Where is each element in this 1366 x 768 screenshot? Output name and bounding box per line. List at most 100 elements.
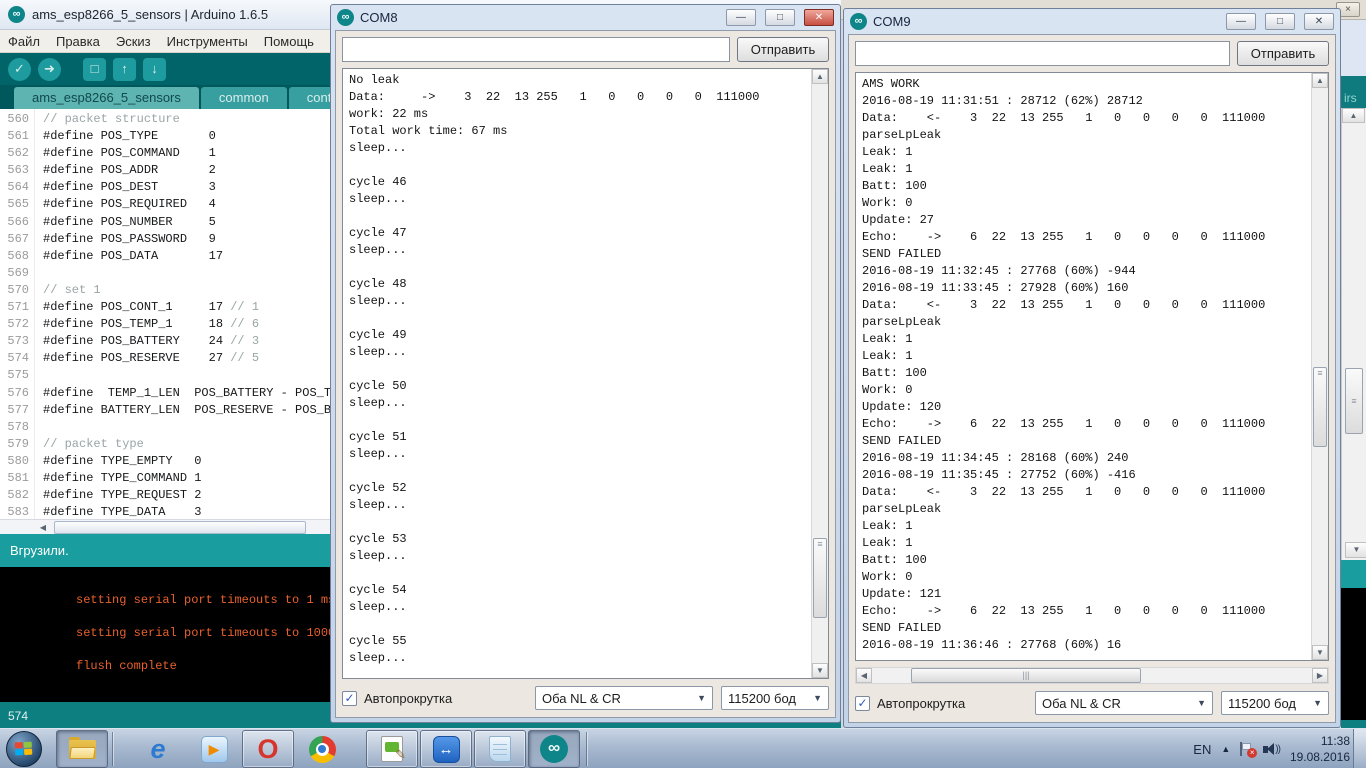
- menu-tools[interactable]: Инструменты: [159, 34, 256, 49]
- background-arduino-window-strip: irs ▲ ≡ ▼: [1341, 20, 1366, 728]
- serial-output-area[interactable]: No leak Data: -> 3 22 13 255 1 0 0 0 0 1…: [342, 68, 829, 679]
- maximize-button[interactable]: □: [1265, 13, 1295, 30]
- upload-button[interactable]: ➜: [38, 57, 61, 81]
- vertical-scrollbar[interactable]: ▲ ≡ ▼: [1311, 73, 1328, 660]
- window-title: ams_esp8266_5_sensors | Arduino 1.6.5: [32, 7, 269, 22]
- menu-file[interactable]: Файл: [0, 34, 48, 49]
- start-button[interactable]: [6, 731, 42, 767]
- volume-icon[interactable]: )): [1263, 743, 1281, 755]
- arduino-logo-icon: ∞: [850, 13, 867, 30]
- serial-monitor-com9-window: ∞ COM9 — □ ✕ Отправить AMS WORK 2016-08-…: [843, 8, 1341, 728]
- show-hidden-icons-icon[interactable]: ▲: [1221, 744, 1230, 754]
- scroll-down-icon[interactable]: ▼: [1312, 645, 1328, 660]
- background-tab-label: irs: [1344, 91, 1357, 105]
- com9-titlebar[interactable]: ∞ COM9 — □ ✕: [848, 9, 1336, 34]
- serial-send-input[interactable]: [855, 41, 1230, 66]
- taskbar-arduino-button[interactable]: ∞: [528, 730, 580, 768]
- taskbar-divider: [112, 732, 114, 766]
- baud-rate-select[interactable]: 115200 бод ▼: [721, 686, 829, 710]
- open-sketch-button[interactable]: ↑: [113, 57, 136, 81]
- baud-rate-select[interactable]: 115200 бод ▼: [1221, 691, 1329, 715]
- taskbar-explorer-button[interactable]: [56, 730, 108, 768]
- show-desktop-button[interactable]: [1353, 729, 1366, 768]
- chevron-down-icon: ▼: [697, 693, 706, 703]
- tab-common[interactable]: common: [200, 87, 287, 109]
- window-title: COM8: [360, 10, 398, 25]
- clock[interactable]: 11:38 19.08.2016: [1290, 733, 1350, 765]
- scroll-left-icon[interactable]: ◀: [36, 521, 50, 534]
- taskbar-teamviewer-button[interactable]: ↔: [420, 730, 472, 768]
- windows-logo-icon: [14, 741, 34, 757]
- taskbar-opera-button[interactable]: O: [242, 730, 294, 768]
- vertical-scrollbar[interactable]: ▲ ≡ ▼: [811, 69, 828, 678]
- autoscroll-label: Автопрокрутка: [877, 695, 966, 711]
- background-window-titlebar-strip: [1341, 20, 1366, 76]
- com8-titlebar[interactable]: ∞ COM8 — □ ✕: [335, 5, 836, 30]
- verify-button[interactable]: ✓: [8, 57, 31, 81]
- line-ending-select[interactable]: Оба NL & CR ▼: [1035, 691, 1213, 715]
- chevron-down-icon: ▼: [813, 693, 822, 703]
- baud-rate-value: 115200 бод: [728, 690, 797, 706]
- folder-icon: [68, 736, 96, 759]
- scrollbar-thumb[interactable]: ≡: [813, 537, 827, 618]
- save-sketch-button[interactable]: ↓: [143, 57, 166, 81]
- close-button[interactable]: ✕: [804, 9, 834, 26]
- menu-sketch[interactable]: Эскиз: [108, 34, 159, 49]
- send-button[interactable]: Отправить: [737, 37, 829, 62]
- scrollbar-thumb[interactable]: [54, 521, 306, 534]
- chrome-icon: [308, 735, 336, 763]
- minimize-button[interactable]: —: [1226, 13, 1256, 30]
- close-button[interactable]: ✕: [1304, 13, 1334, 30]
- action-center-flag-icon[interactable]: ×: [1240, 742, 1258, 758]
- internet-explorer-icon: e: [150, 733, 166, 764]
- autoscroll-checkbox[interactable]: ✓: [855, 695, 870, 711]
- tab-ams-esp8266-5-sensors[interactable]: ams_esp8266_5_sensors: [14, 87, 199, 109]
- teamviewer-icon: ↔: [432, 735, 460, 763]
- scrollbar-thumb[interactable]: |||: [911, 668, 1141, 683]
- minimize-button[interactable]: —: [726, 9, 756, 26]
- menu-edit[interactable]: Правка: [48, 34, 108, 49]
- autoscroll-checkbox[interactable]: ✓: [342, 690, 357, 706]
- menu-help[interactable]: Помощь: [256, 34, 322, 49]
- horizontal-scrollbar[interactable]: ◀ ||| ▶: [855, 667, 1329, 684]
- background-window-footer-fragment: [1341, 720, 1366, 728]
- line-ending-select[interactable]: Оба NL & CR ▼: [535, 686, 713, 710]
- send-button[interactable]: Отправить: [1237, 41, 1329, 66]
- baud-rate-value: 115200 бод: [1228, 695, 1297, 711]
- arduino-icon: ∞: [540, 735, 568, 763]
- scroll-right-icon[interactable]: ▶: [1312, 668, 1328, 683]
- background-window-scrollbar[interactable]: ▲ ≡ ▼: [1341, 108, 1366, 560]
- line-ending-value: Оба NL & CR: [1042, 695, 1121, 711]
- background-window-console-fragment: [1341, 588, 1366, 720]
- new-sketch-button[interactable]: □: [83, 57, 106, 81]
- maximize-button[interactable]: □: [765, 9, 795, 26]
- serial-output-area[interactable]: AMS WORK 2016-08-19 11:31:51 : 28712 (62…: [855, 72, 1329, 661]
- scrollbar-thumb[interactable]: ≡: [1345, 368, 1363, 434]
- taskbar-media-player-button[interactable]: ▶: [188, 730, 240, 768]
- background-window-statusbar-fragment: [1341, 560, 1366, 588]
- taskbar-chrome-button[interactable]: [296, 730, 348, 768]
- scroll-up-icon[interactable]: ▲: [1342, 108, 1365, 123]
- window-title: COM9: [873, 14, 911, 29]
- taskbar-notepad-button[interactable]: [474, 730, 526, 768]
- scroll-up-icon[interactable]: ▲: [812, 69, 828, 84]
- arduino-logo-icon: ∞: [337, 9, 354, 26]
- system-tray: EN ▲ × )) 11:38 19.08.2016: [1193, 729, 1350, 768]
- serial-output-text: No leak Data: -> 3 22 13 255 1 0 0 0 0 1…: [349, 73, 760, 665]
- taskbar-notepad-plus-plus-button[interactable]: ✎: [366, 730, 418, 768]
- scroll-up-icon[interactable]: ▲: [1312, 73, 1328, 88]
- windows-taskbar: e ▶ O ✎ ↔ ∞ EN ▲ × )) 11:38 19.08.2016: [0, 728, 1366, 768]
- language-indicator[interactable]: EN: [1193, 742, 1211, 757]
- serial-output-text: AMS WORK 2016-08-19 11:31:51 : 28712 (62…: [862, 77, 1266, 652]
- taskbar-divider: [586, 732, 588, 766]
- scrollbar-thumb[interactable]: ≡: [1313, 366, 1327, 447]
- autoscroll-label: Автопрокрутка: [364, 690, 453, 706]
- scroll-left-icon[interactable]: ◀: [856, 668, 872, 683]
- scroll-down-icon[interactable]: ▼: [812, 663, 828, 678]
- tray-time: 11:38: [1320, 733, 1350, 748]
- notepad-plus-plus-icon: ✎: [381, 736, 406, 762]
- scroll-down-icon[interactable]: ▼: [1345, 542, 1366, 558]
- taskbar-internet-explorer-button[interactable]: e: [132, 730, 184, 768]
- background-window-tabbar-fragment: irs: [1341, 76, 1366, 108]
- serial-send-input[interactable]: [342, 37, 730, 62]
